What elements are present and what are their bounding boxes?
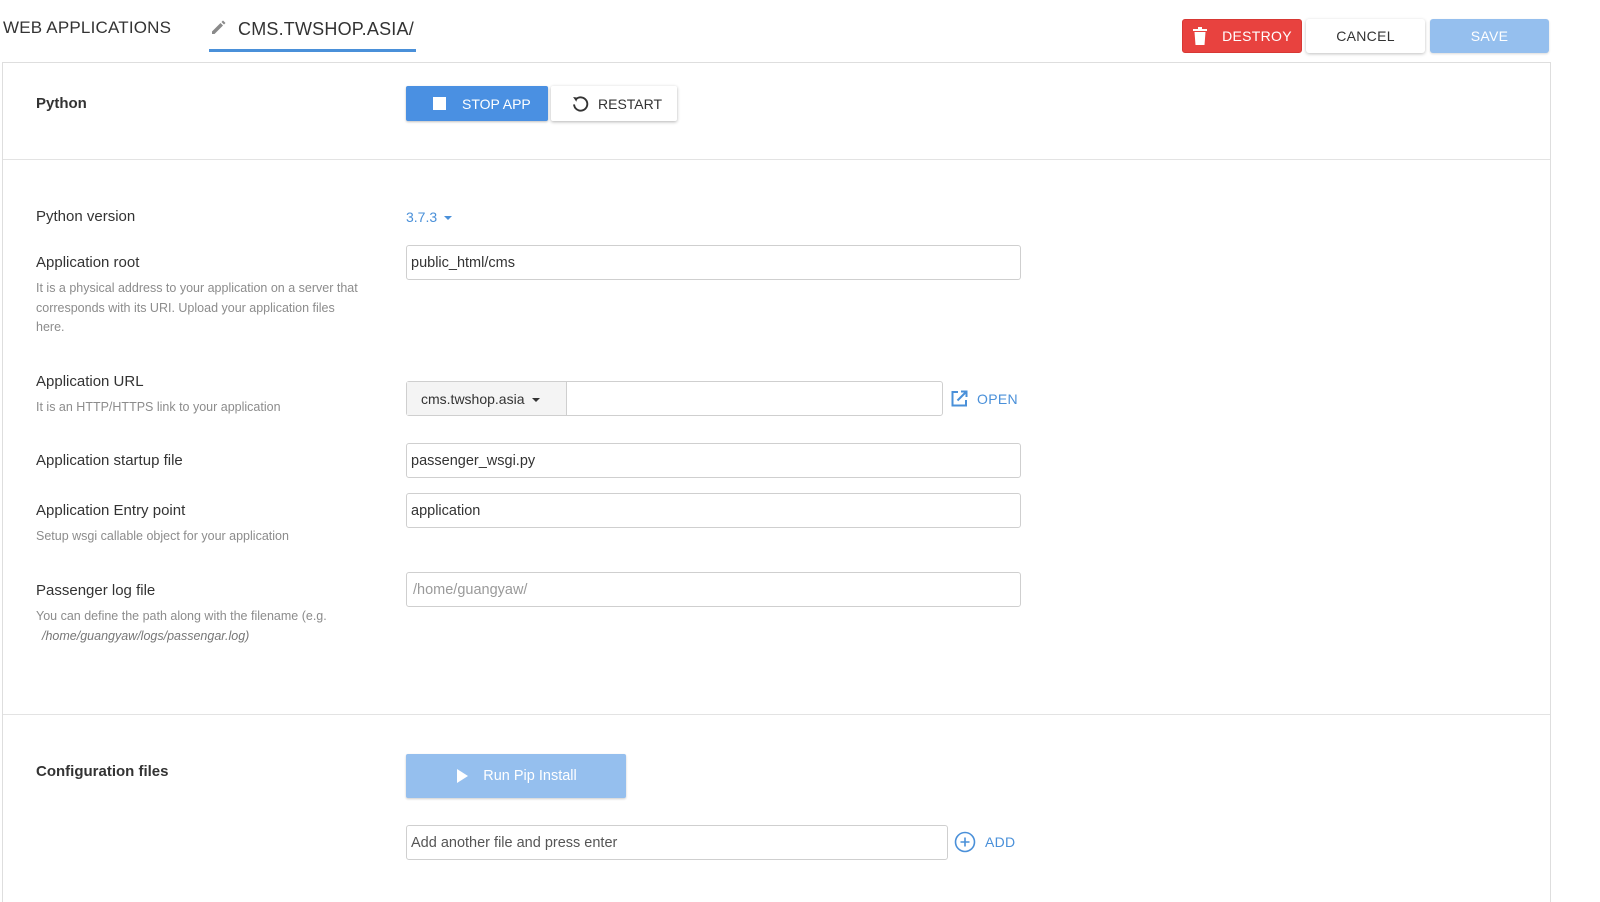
caret-down-icon — [444, 216, 453, 220]
trash-icon — [1193, 27, 1208, 45]
log-file-input[interactable]: /home/guangyaw/ — [406, 572, 1021, 607]
breadcrumb-current-app[interactable]: CMS.TWSHOP.ASIA/ — [209, 14, 416, 52]
app-root-label: Application root — [36, 254, 140, 271]
log-file-hint-text: You can define the path along with the f… — [36, 609, 327, 623]
domain-value: cms.twshop.asia — [421, 390, 525, 407]
stop-app-button[interactable]: STOP APP — [406, 86, 548, 121]
restart-icon — [573, 96, 589, 112]
page-header: WEB APPLICATIONS CMS.TWSHOP.ASIA/ DESTRO… — [0, 0, 1600, 62]
entry-point-label: Application Entry point — [36, 502, 186, 519]
entry-point-hint: Setup wsgi callable object for your appl… — [36, 529, 289, 543]
open-app-link[interactable]: OPEN — [949, 389, 1018, 409]
log-file-hint: You can define the path along with the f… — [36, 607, 366, 646]
app-root-input[interactable]: public_html/cms — [406, 245, 1021, 280]
save-button[interactable]: SAVE — [1430, 19, 1549, 53]
startup-file-label: Application startup file — [36, 452, 183, 469]
add-file-input[interactable]: Add another file and press enter — [406, 825, 948, 860]
app-url-label: Application URL — [36, 373, 144, 390]
log-file-label: Passenger log file — [36, 582, 156, 599]
python-version-label: Python version — [36, 208, 136, 225]
startup-file-input[interactable]: passenger_wsgi.py — [406, 443, 1021, 478]
caret-down-icon — [532, 397, 541, 402]
destroy-label: DESTROY — [1222, 28, 1292, 44]
breadcrumb-web-applications[interactable]: WEB APPLICATIONS — [3, 18, 171, 38]
python-version-dropdown[interactable]: 3.7.3 — [406, 209, 453, 225]
python-section-title: Python — [36, 95, 87, 112]
section-divider — [3, 714, 1550, 715]
stop-icon — [433, 97, 446, 110]
play-icon — [457, 769, 469, 783]
section-divider — [3, 159, 1550, 160]
restart-button[interactable]: RESTART — [551, 86, 677, 121]
config-files-title: Configuration files — [36, 763, 169, 780]
app-url-group: cms.twshop.asia — [406, 381, 943, 416]
destroy-button[interactable]: DESTROY — [1182, 19, 1302, 53]
restart-label: RESTART — [598, 95, 663, 112]
python-version-value: 3.7.3 — [406, 209, 438, 225]
external-link-icon — [951, 390, 968, 407]
current-app-title: CMS.TWSHOP.ASIA/ — [238, 19, 414, 39]
entry-point-input[interactable]: application — [406, 493, 1021, 528]
app-root-hint: It is a physical address to your applica… — [36, 281, 358, 334]
add-file-button[interactable]: ADD — [954, 831, 1015, 853]
run-pip-install-label: Run Pip Install — [483, 768, 577, 784]
app-url-path-input[interactable] — [567, 382, 942, 415]
run-pip-install-button[interactable]: Run Pip Install — [406, 754, 626, 798]
add-label: ADD — [985, 834, 1016, 850]
cancel-button[interactable]: CANCEL — [1306, 19, 1425, 53]
pencil-icon — [212, 20, 226, 34]
stop-app-label: STOP APP — [462, 95, 531, 112]
app-url-hint: It is an HTTP/HTTPS link to your applica… — [36, 400, 281, 414]
app-settings-panel: Python STOP APP RESTART Python version 3… — [2, 62, 1551, 902]
log-file-hint-path: /home/guangyaw/logs/passengar.log) — [42, 628, 250, 643]
domain-dropdown[interactable]: cms.twshop.asia — [407, 382, 567, 415]
plus-circle-icon — [954, 831, 976, 853]
open-label: OPEN — [977, 391, 1018, 407]
